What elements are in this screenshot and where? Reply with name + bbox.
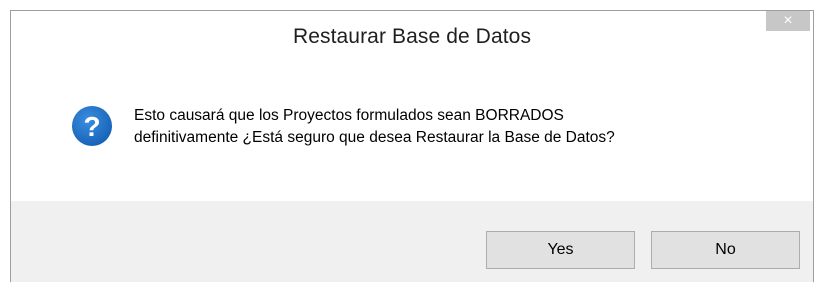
- question-icon: ?: [71, 105, 113, 152]
- close-button[interactable]: ×: [766, 11, 810, 31]
- restore-database-dialog: Restaurar Base de Datos × ? Esto causará…: [10, 10, 814, 282]
- close-icon: ×: [783, 12, 793, 29]
- no-button[interactable]: No: [651, 231, 800, 269]
- dialog-titlebar[interactable]: Restaurar Base de Datos ×: [11, 11, 813, 62]
- dialog-footer: Yes No: [11, 201, 813, 282]
- svg-text:?: ?: [83, 111, 100, 142]
- yes-button[interactable]: Yes: [486, 231, 635, 269]
- message-line-2: definitivamente ¿Está seguro que desea R…: [134, 129, 615, 146]
- message-line-1: Esto causará que los Proyectos formulado…: [134, 107, 564, 124]
- dialog-message: Esto causará que los Proyectos formulado…: [134, 105, 794, 149]
- dialog-content: ? Esto causará que los Proyectos formula…: [11, 62, 813, 201]
- dialog-title: Restaurar Base de Datos: [292, 25, 532, 48]
